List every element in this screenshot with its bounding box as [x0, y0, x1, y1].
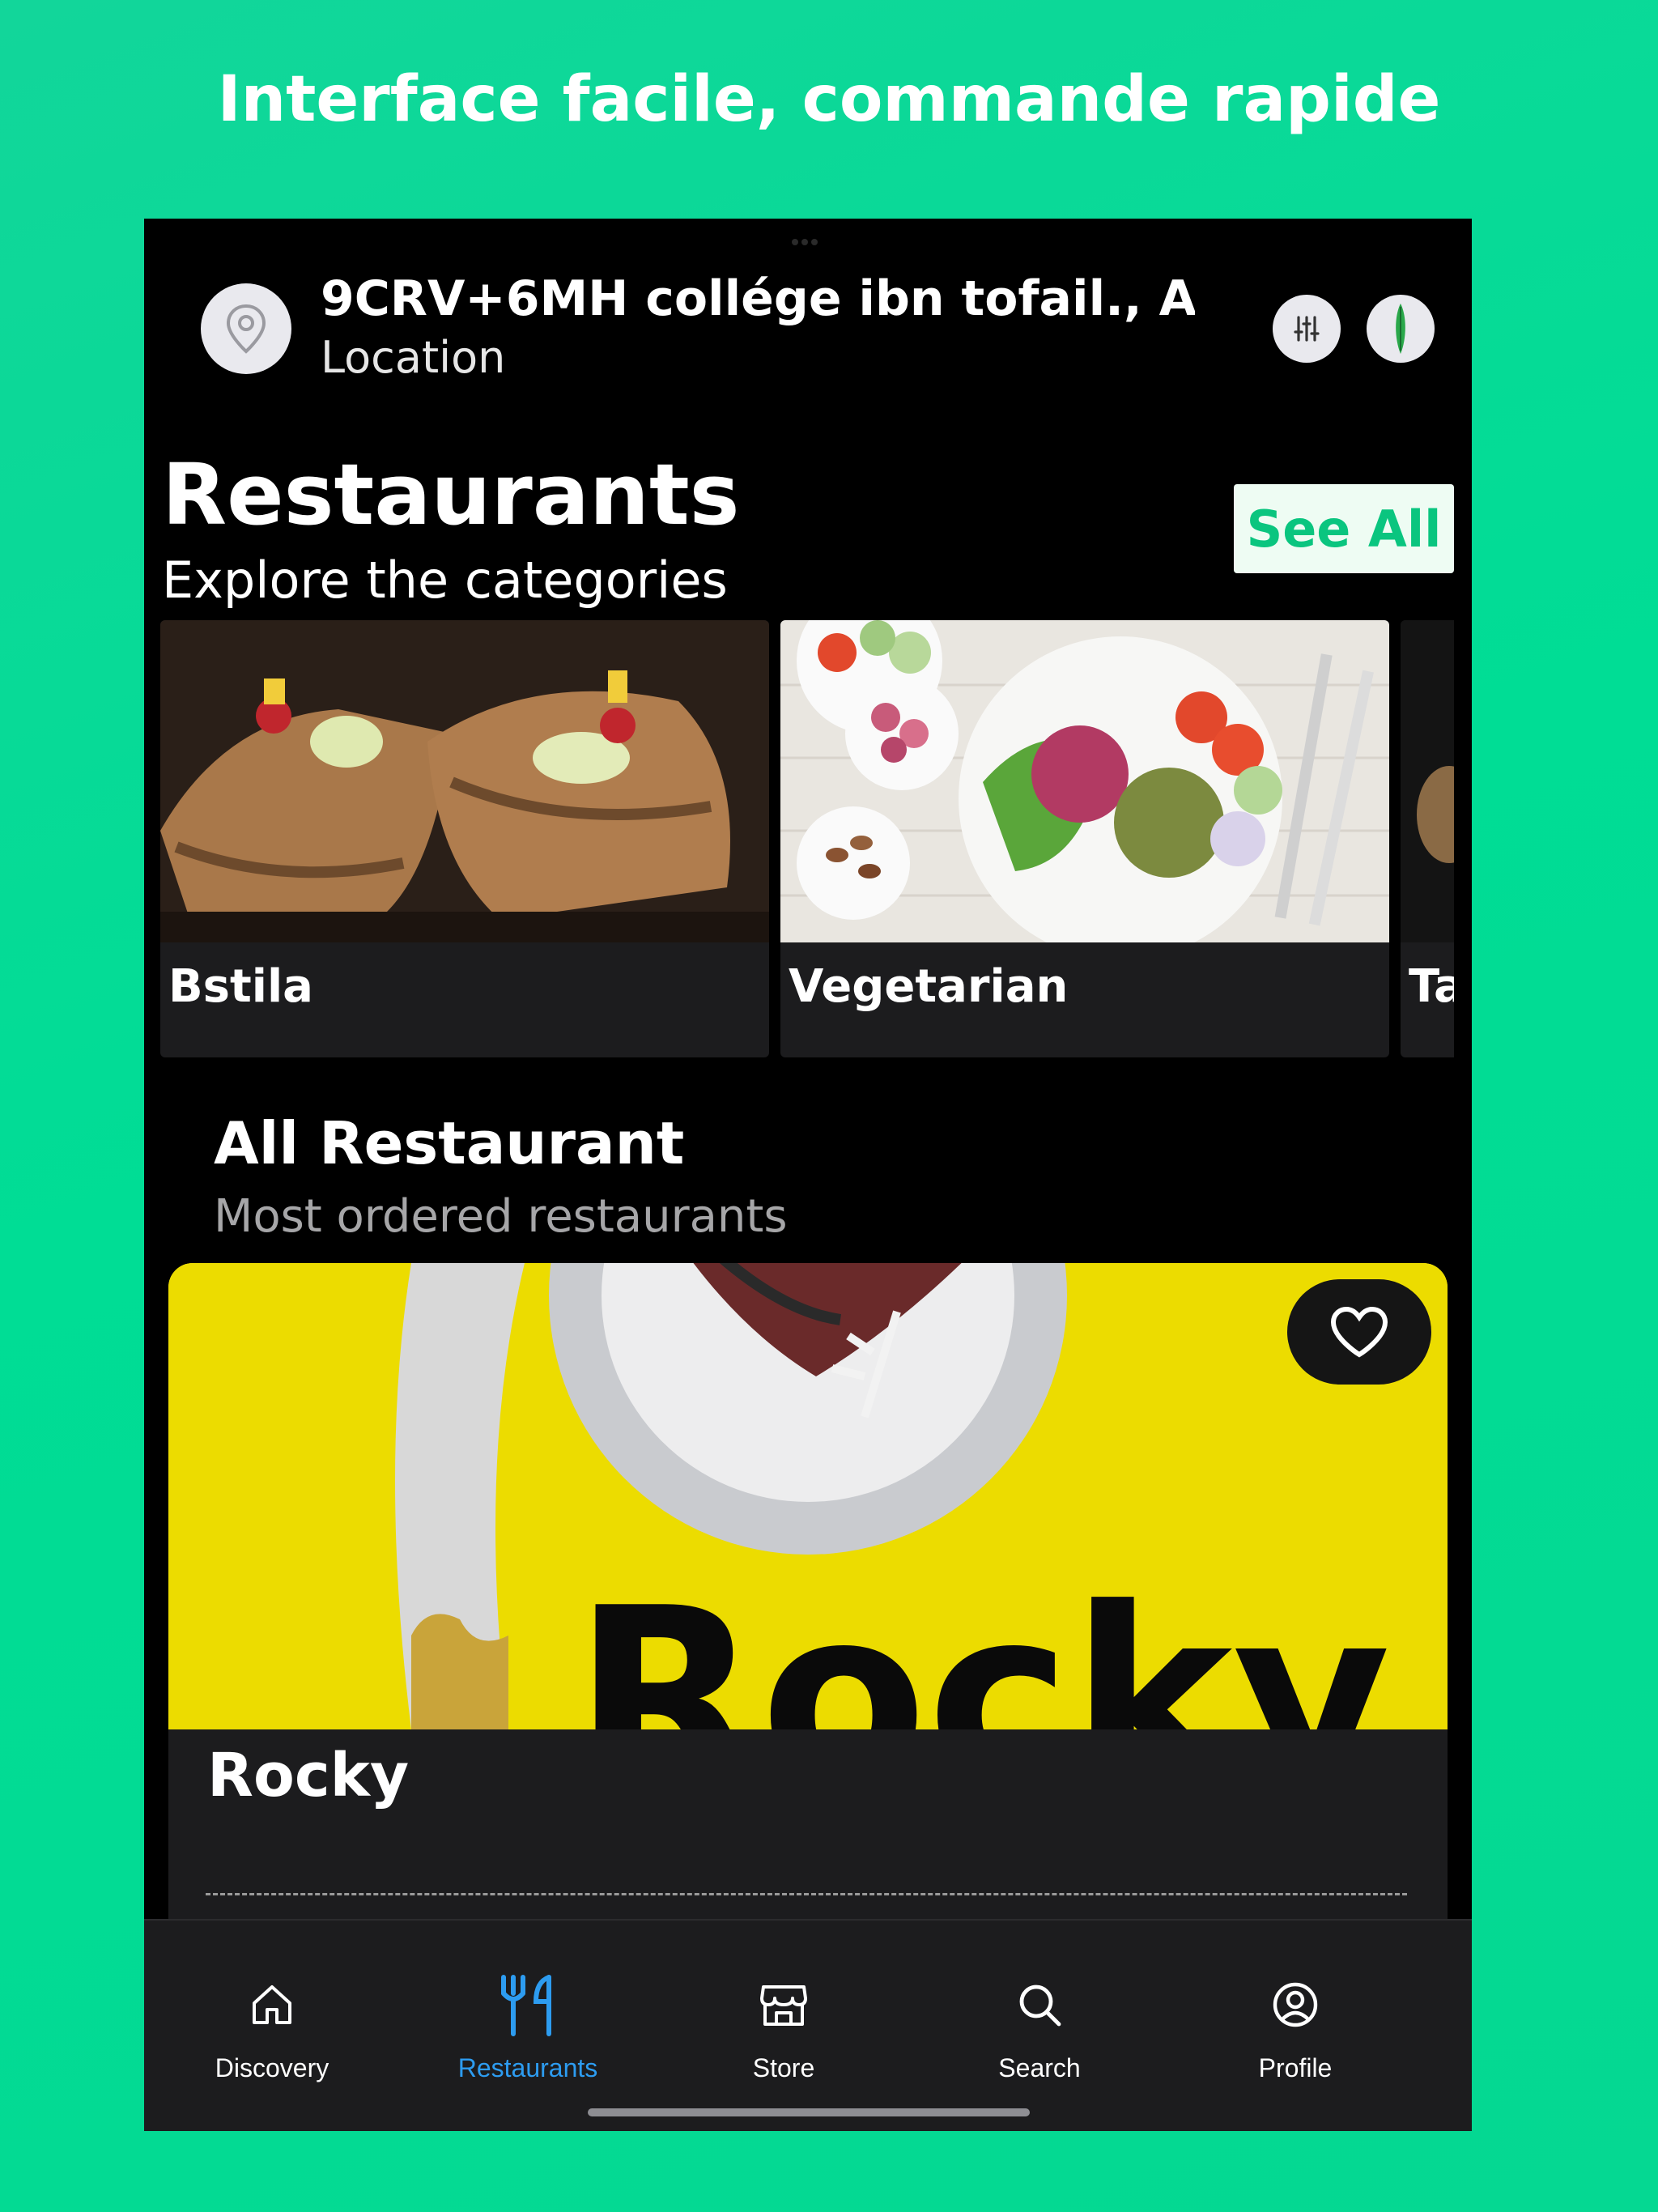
rocky-logo-image: Rocky — [168, 1263, 1448, 1729]
tab-discovery[interactable]: Discovery — [144, 1921, 400, 2099]
filter-button[interactable] — [1273, 295, 1341, 363]
tab-label: Restaurants — [457, 2053, 598, 2082]
restaurants-subtitle: Explore the categories — [162, 551, 728, 610]
sliders-icon — [1294, 316, 1320, 342]
store-icon — [760, 1985, 807, 2026]
category-carousel[interactable]: Bstila Vegetarian Ta — [160, 620, 1454, 1057]
restaurant-card-rocky[interactable]: Rocky — [168, 1263, 1448, 1959]
app-screen: 9CRV+6MH collége ibn tofail., A... Locat… — [144, 219, 1472, 2131]
rocky-logo-text: Rocky — [573, 1556, 1391, 1729]
restaurant-name: Rocky — [207, 1741, 410, 1810]
vegetarian-image — [780, 620, 1389, 942]
category-name: Ta — [1409, 960, 1454, 1013]
window-grabber[interactable] — [792, 233, 824, 245]
category-card-ta[interactable]: Ta — [1401, 620, 1454, 1057]
promo-title: Interface facile, commande rapide — [217, 63, 1441, 136]
tab-label: Discovery — [215, 2053, 329, 2082]
all-restaurant-title: All Restaurant — [214, 1109, 685, 1177]
location-button[interactable] — [201, 283, 291, 374]
tab-label: Store — [752, 2053, 815, 2082]
tab-bar: Discovery Restaurants Store Search Profi… — [144, 1919, 1472, 2131]
see-all-button[interactable]: See All — [1234, 484, 1454, 573]
location-label: Location — [321, 332, 506, 383]
category-card-bstila[interactable]: Bstila — [160, 620, 769, 1057]
heart-icon — [1330, 1306, 1388, 1358]
restaurants-title: Restaurants — [162, 445, 740, 544]
leaf-icon — [1396, 303, 1405, 355]
tab-label: Profile — [1258, 2053, 1333, 2082]
home-icon — [253, 1985, 291, 2024]
all-restaurant-subtitle: Most ordered restaurants — [214, 1190, 788, 1243]
tab-profile[interactable]: Profile — [1167, 1921, 1423, 2099]
tab-search[interactable]: Search — [912, 1921, 1167, 2099]
tab-label: Search — [998, 2053, 1081, 2082]
favorite-button[interactable] — [1287, 1279, 1431, 1385]
location-address[interactable]: 9CRV+6MH collége ibn tofail., A... — [321, 270, 1195, 327]
category-name: Vegetarian — [789, 960, 1069, 1013]
profile-icon — [1273, 1982, 1318, 2027]
bstila-image — [160, 620, 769, 942]
ta-image — [1401, 620, 1454, 942]
home-indicator[interactable] — [588, 2108, 1030, 2116]
category-card-vegetarian[interactable]: Vegetarian — [780, 620, 1389, 1057]
divider — [206, 1893, 1407, 1895]
fork-knife-icon — [501, 1975, 551, 2036]
category-name: Bstila — [168, 960, 313, 1013]
tab-restaurants[interactable]: Restaurants — [400, 1921, 656, 2099]
avatar-button[interactable] — [1367, 295, 1435, 363]
search-icon — [1019, 1984, 1061, 2027]
map-pin-icon — [226, 304, 266, 354]
tab-store[interactable]: Store — [656, 1921, 912, 2099]
